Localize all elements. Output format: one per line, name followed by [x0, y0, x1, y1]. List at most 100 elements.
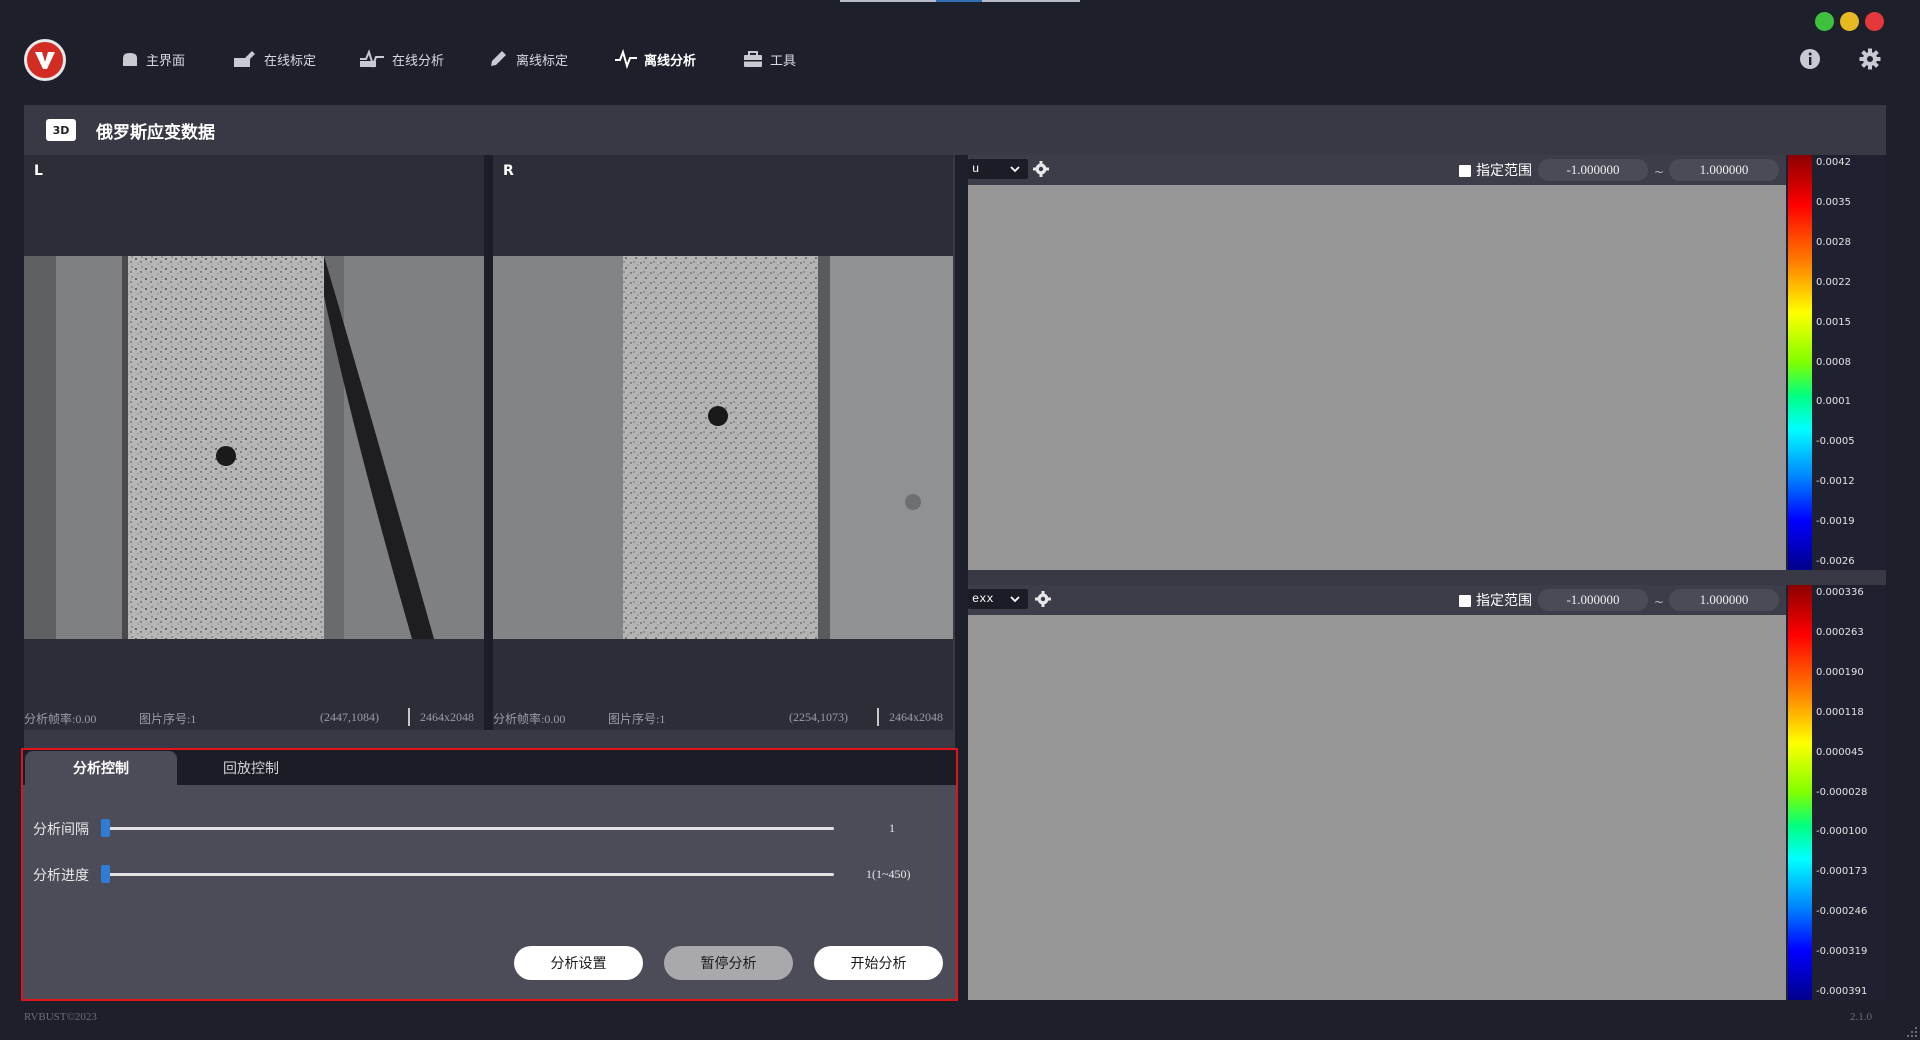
- colorbar-tick-label: -0.000100: [1816, 826, 1868, 838]
- status-separator: [408, 708, 410, 726]
- slider-label-interval: 分析间隔: [33, 822, 89, 838]
- plot-area-u[interactable]: [968, 185, 1786, 570]
- interval-slider-handle[interactable]: [101, 819, 110, 837]
- colorbar-tick-label: 0.000263: [1816, 626, 1864, 638]
- view-mode-badge: 3D: [46, 119, 76, 141]
- camera-image-right: [493, 256, 953, 639]
- window-top-indicator: [840, 0, 1080, 2]
- colorbar-tick-label: 0.0028: [1816, 236, 1851, 248]
- colorbar-u: [1788, 155, 1812, 570]
- camera-image-left: [24, 256, 484, 639]
- range-checkbox-exx[interactable]: [1459, 595, 1471, 607]
- camera-fps-right: 分析帧率:0.00: [493, 712, 566, 726]
- colorbar-tick-label: -0.000319: [1816, 946, 1868, 958]
- logo-v-icon: [35, 52, 55, 69]
- online-calibration-icon: [234, 51, 255, 67]
- range-max-input-exx[interactable]: 1.000000: [1669, 589, 1779, 611]
- version-text: 2.1.0: [1850, 1011, 1872, 1023]
- tab-playback-control[interactable]: 回放控制: [188, 751, 314, 785]
- camera-divider: [484, 155, 493, 730]
- slider-label-progress: 分析进度: [33, 868, 89, 884]
- status-separator: [877, 708, 879, 726]
- camera-coords-right: (2254,1073): [789, 710, 848, 724]
- colorbar-exx: [1788, 585, 1812, 1000]
- colorbar-tick-label: -0.000028: [1816, 786, 1868, 798]
- camera-label-right: R: [503, 163, 514, 179]
- colorbar-tick-label: -0.000391: [1816, 986, 1868, 997]
- progress-slider-track[interactable]: [104, 873, 834, 876]
- range-separator: ~: [1654, 165, 1665, 179]
- plot-settings-gear-icon[interactable]: [1033, 161, 1049, 177]
- interval-slider-track[interactable]: [104, 827, 834, 830]
- range-checkbox-u[interactable]: [1459, 165, 1471, 177]
- camera-label-left: L: [34, 163, 43, 179]
- nav-item-offline-analysis[interactable]: 离线分析: [614, 46, 696, 72]
- range-separator: ~: [1654, 595, 1665, 609]
- range-max-input-u[interactable]: 1.000000: [1669, 159, 1779, 181]
- camera-resolution-right: 2464x2048: [889, 710, 943, 724]
- colorbar-tick-label: -0.000173: [1816, 866, 1868, 878]
- nav-item-online-analysis[interactable]: 在线分析: [358, 46, 444, 72]
- field-select-u[interactable]: u: [968, 159, 1028, 179]
- window-minimize-button[interactable]: [1840, 12, 1859, 31]
- resize-grip-icon[interactable]: [1906, 1026, 1918, 1038]
- nav-item-offline-calibration[interactable]: 离线标定: [488, 46, 568, 72]
- colorbar-tick-label: 0.0015: [1816, 316, 1851, 328]
- camera-fps-left: 分析帧率:0.00: [24, 712, 97, 726]
- chevron-down-icon: [1010, 596, 1020, 603]
- colorbar-tick-label: -0.0005: [1816, 436, 1855, 448]
- range-min-input-u[interactable]: -1.000000: [1538, 159, 1648, 181]
- colorbar-tick-label: 0.0035: [1816, 196, 1851, 208]
- offline-calibration-icon: [491, 51, 506, 66]
- plot-settings-gear-icon[interactable]: [1035, 591, 1051, 607]
- pause-analysis-button[interactable]: 暂停分析: [664, 946, 793, 980]
- settings-gear-icon[interactable]: [1859, 48, 1881, 70]
- offline-analysis-icon: [615, 49, 637, 69]
- nav-item-home[interactable]: 主界面: [120, 46, 185, 72]
- range-label-u: 指定范围: [1476, 163, 1532, 179]
- camera-index-right: 图片序号:1: [608, 712, 666, 726]
- camera-index-left: 图片序号:1: [139, 712, 197, 726]
- colorbar-tick-label: 0.0022: [1816, 276, 1851, 288]
- nav-item-online-calibration[interactable]: 在线标定: [232, 46, 316, 72]
- range-label-exx: 指定范围: [1476, 593, 1532, 609]
- progress-value: 1(1~450): [866, 867, 911, 881]
- colorbar-tick-label: 0.0042: [1816, 157, 1851, 168]
- colorbar-tick-label: 0.000118: [1816, 706, 1864, 718]
- page-title: 俄罗斯应变数据: [96, 123, 215, 143]
- range-min-input-exx[interactable]: -1.000000: [1538, 589, 1648, 611]
- window-maximize-button[interactable]: [1815, 12, 1834, 31]
- camera-resolution-left: 2464x2048: [420, 710, 474, 724]
- start-analysis-button[interactable]: 开始分析: [814, 946, 943, 980]
- nav-label-offline-analysis: 离线分析: [644, 53, 697, 69]
- tab-analysis-control[interactable]: 分析控制: [25, 751, 177, 785]
- plot-area-exx[interactable]: [968, 615, 1786, 1000]
- field-select-value: u: [972, 162, 980, 176]
- info-icon[interactable]: [1799, 48, 1821, 70]
- analysis-settings-button[interactable]: 分析设置: [514, 946, 643, 980]
- colorbar-tick-label: -0.0026: [1816, 556, 1855, 567]
- colorbar-tick-label: -0.000246: [1816, 906, 1868, 918]
- colorbar-tick-label: 0.0008: [1816, 356, 1851, 368]
- online-analysis-icon: [360, 49, 384, 69]
- nav-label-home: 主界面: [146, 53, 186, 69]
- colorbar-tick-label: -0.0012: [1816, 476, 1855, 488]
- colorbar-tick-label: 0.0001: [1816, 396, 1851, 408]
- field-select-value: exx: [972, 592, 994, 606]
- nav-label-online-analysis: 在线分析: [392, 53, 445, 69]
- chevron-down-icon: [1010, 166, 1020, 173]
- window-close-button[interactable]: [1865, 12, 1884, 31]
- nav-label-online-calibration: 在线标定: [264, 53, 317, 69]
- nav-label-tools: 工具: [770, 53, 797, 69]
- camera-coords-left: (2447,1084): [320, 710, 379, 724]
- nav-item-tools[interactable]: 工具: [742, 46, 796, 72]
- toolbox-icon: [744, 51, 762, 67]
- colorbar-tick-label: 0.000045: [1816, 746, 1864, 758]
- home-icon: [123, 53, 137, 66]
- copyright-text: RVBUST©2023: [24, 1011, 97, 1023]
- field-select-exx[interactable]: exx: [968, 589, 1028, 609]
- colorbar-tick-label: 0.000336: [1816, 587, 1864, 598]
- interval-value: 1: [889, 821, 895, 835]
- progress-slider-handle[interactable]: [101, 865, 110, 883]
- colorbar-tick-label: -0.0019: [1816, 516, 1855, 528]
